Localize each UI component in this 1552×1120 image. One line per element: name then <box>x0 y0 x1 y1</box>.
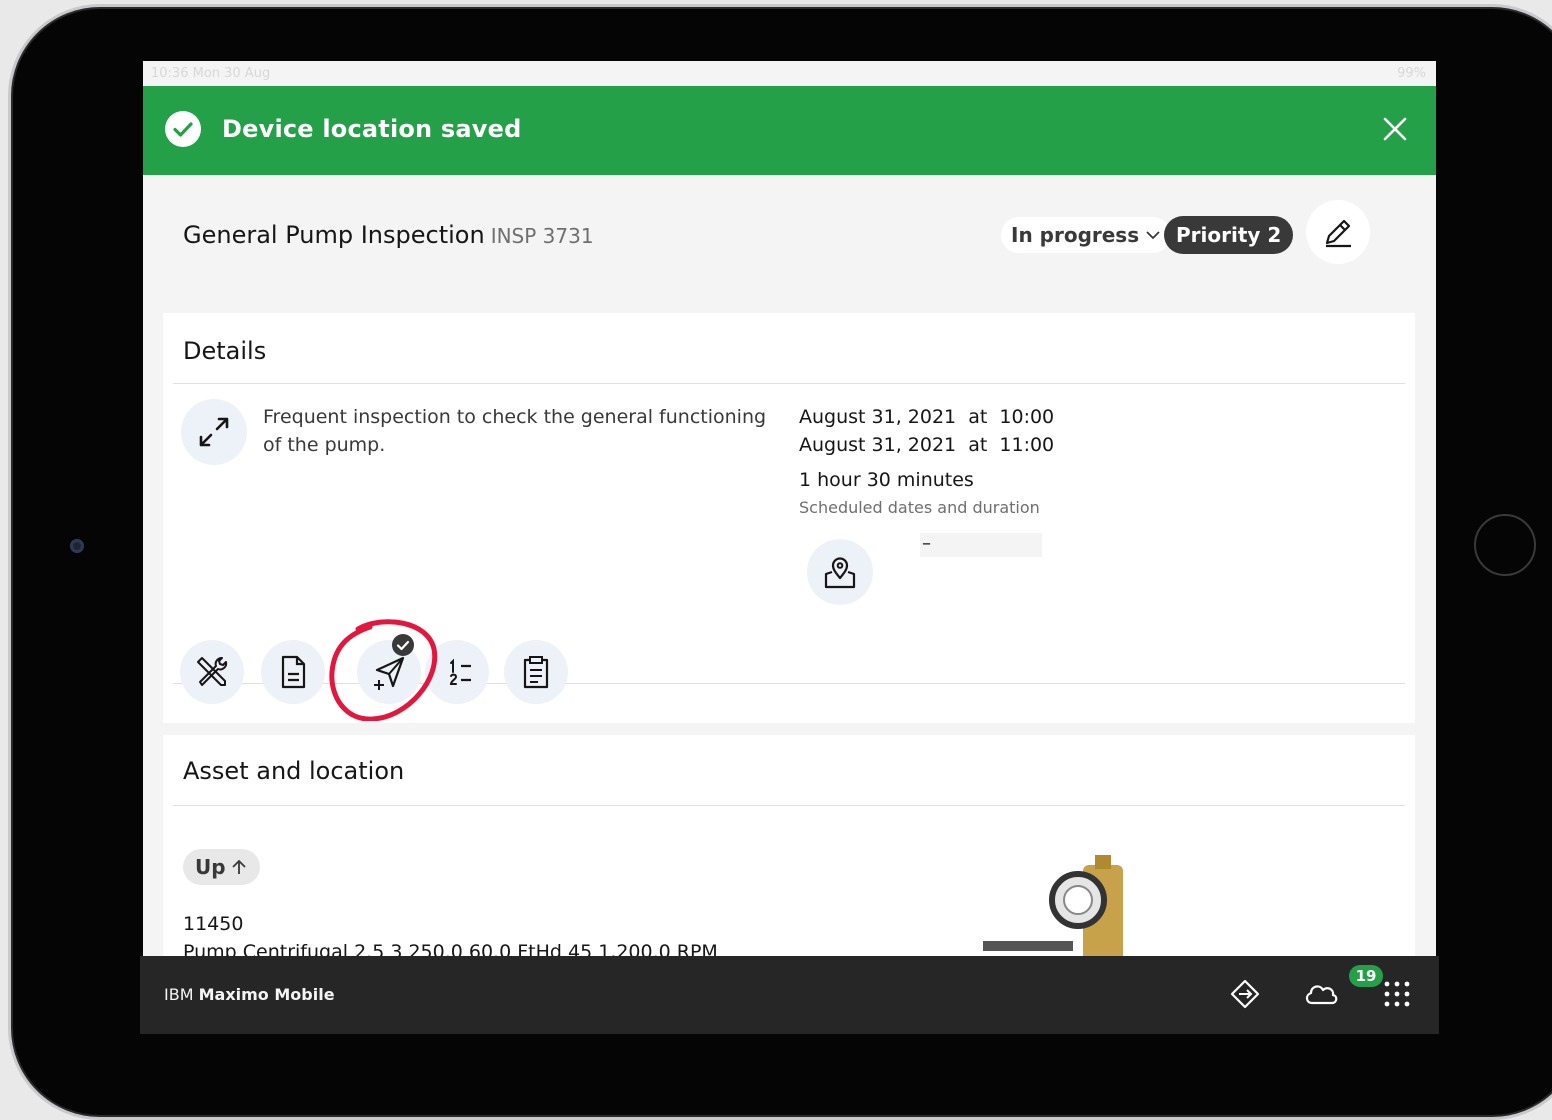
page-title: General Pump Inspection INSP 3731 <box>183 221 594 249</box>
workorder-title: General Pump Inspection <box>183 221 485 249</box>
asset-number: 11450 <box>183 913 244 935</box>
task-list-button[interactable] <box>425 640 489 704</box>
divider <box>173 683 1405 684</box>
home-button[interactable] <box>1474 514 1536 576</box>
map-pin-icon <box>824 557 856 589</box>
chevron-down-icon <box>1146 231 1160 240</box>
map-location-button[interactable] <box>807 539 873 605</box>
toast-message: Device location saved <box>222 115 522 143</box>
sync-count-badge: 19 <box>1349 965 1383 987</box>
up-button[interactable]: Up <box>183 849 260 885</box>
document-icon <box>281 655 306 689</box>
expand-icon <box>199 417 229 447</box>
success-toast: Device location saved <box>143 86 1436 175</box>
app-bottom-bar: IBM Maximo Mobile 19 <box>140 956 1439 1034</box>
duration-value: 1 hour 30 minutes <box>799 469 974 491</box>
clipboard-icon <box>523 656 549 689</box>
end-date: August 31, 2021 at 11:00 <box>799 434 1055 456</box>
checkmark-icon <box>396 640 410 651</box>
app-brand: IBM Maximo Mobile <box>164 985 335 1004</box>
status-dropdown[interactable]: In progress <box>1001 217 1172 253</box>
document-button[interactable] <box>261 640 325 704</box>
details-heading: Details <box>183 337 267 365</box>
brand-prefix: IBM <box>164 985 194 1004</box>
location-field[interactable]: – <box>920 533 1042 557</box>
app-screen: 10:36 Mon 30 Aug 99% Device location sav… <box>143 61 1436 1034</box>
divider <box>173 805 1405 806</box>
report-button[interactable] <box>504 640 568 704</box>
workorder-code: INSP 3731 <box>490 224 594 248</box>
ios-status-bar: 10:36 Mon 30 Aug 99% <box>143 61 1436 87</box>
app-switcher-grid-icon[interactable] <box>1383 980 1411 1008</box>
status-time: 10:36 Mon 30 Aug <box>151 66 271 81</box>
start-date: August 31, 2021 at 10:00 <box>799 406 1055 428</box>
tools-icon <box>197 657 228 686</box>
cloud-icon[interactable] <box>1303 978 1339 1010</box>
location-send-add-icon <box>374 656 405 690</box>
priority-badge: Priority 2 <box>1164 216 1294 254</box>
details-card: Details Frequent inspection to check the… <box>163 313 1415 723</box>
expand-button[interactable] <box>181 399 247 465</box>
brand-name: Maximo Mobile <box>198 985 335 1004</box>
numbered-list-icon <box>449 658 471 685</box>
pump-image <box>983 855 1123 965</box>
priority-label: Priority 2 <box>1176 223 1282 247</box>
up-label: Up <box>195 855 226 879</box>
navigation-diamond-icon[interactable] <box>1229 978 1261 1010</box>
tools-button[interactable] <box>180 640 244 704</box>
workorder-description: Frequent inspection to check the general… <box>263 406 767 456</box>
divider <box>173 383 1405 384</box>
saved-check-badge <box>392 634 414 656</box>
pencil-icon <box>1325 219 1351 248</box>
status-battery: 99% <box>1397 66 1426 81</box>
scheduled-dates: August 31, 2021 at 10:00 August 31, 2021… <box>799 403 1054 459</box>
arrow-up-icon <box>231 859 246 874</box>
duration-label: Scheduled dates and duration <box>799 498 1040 517</box>
checkmark-circle-icon <box>165 111 201 147</box>
close-icon[interactable] <box>1380 114 1410 144</box>
status-label: In progress <box>1011 223 1140 247</box>
asset-heading: Asset and location <box>183 757 405 785</box>
camera <box>70 539 84 553</box>
edit-button[interactable] <box>1306 200 1370 264</box>
